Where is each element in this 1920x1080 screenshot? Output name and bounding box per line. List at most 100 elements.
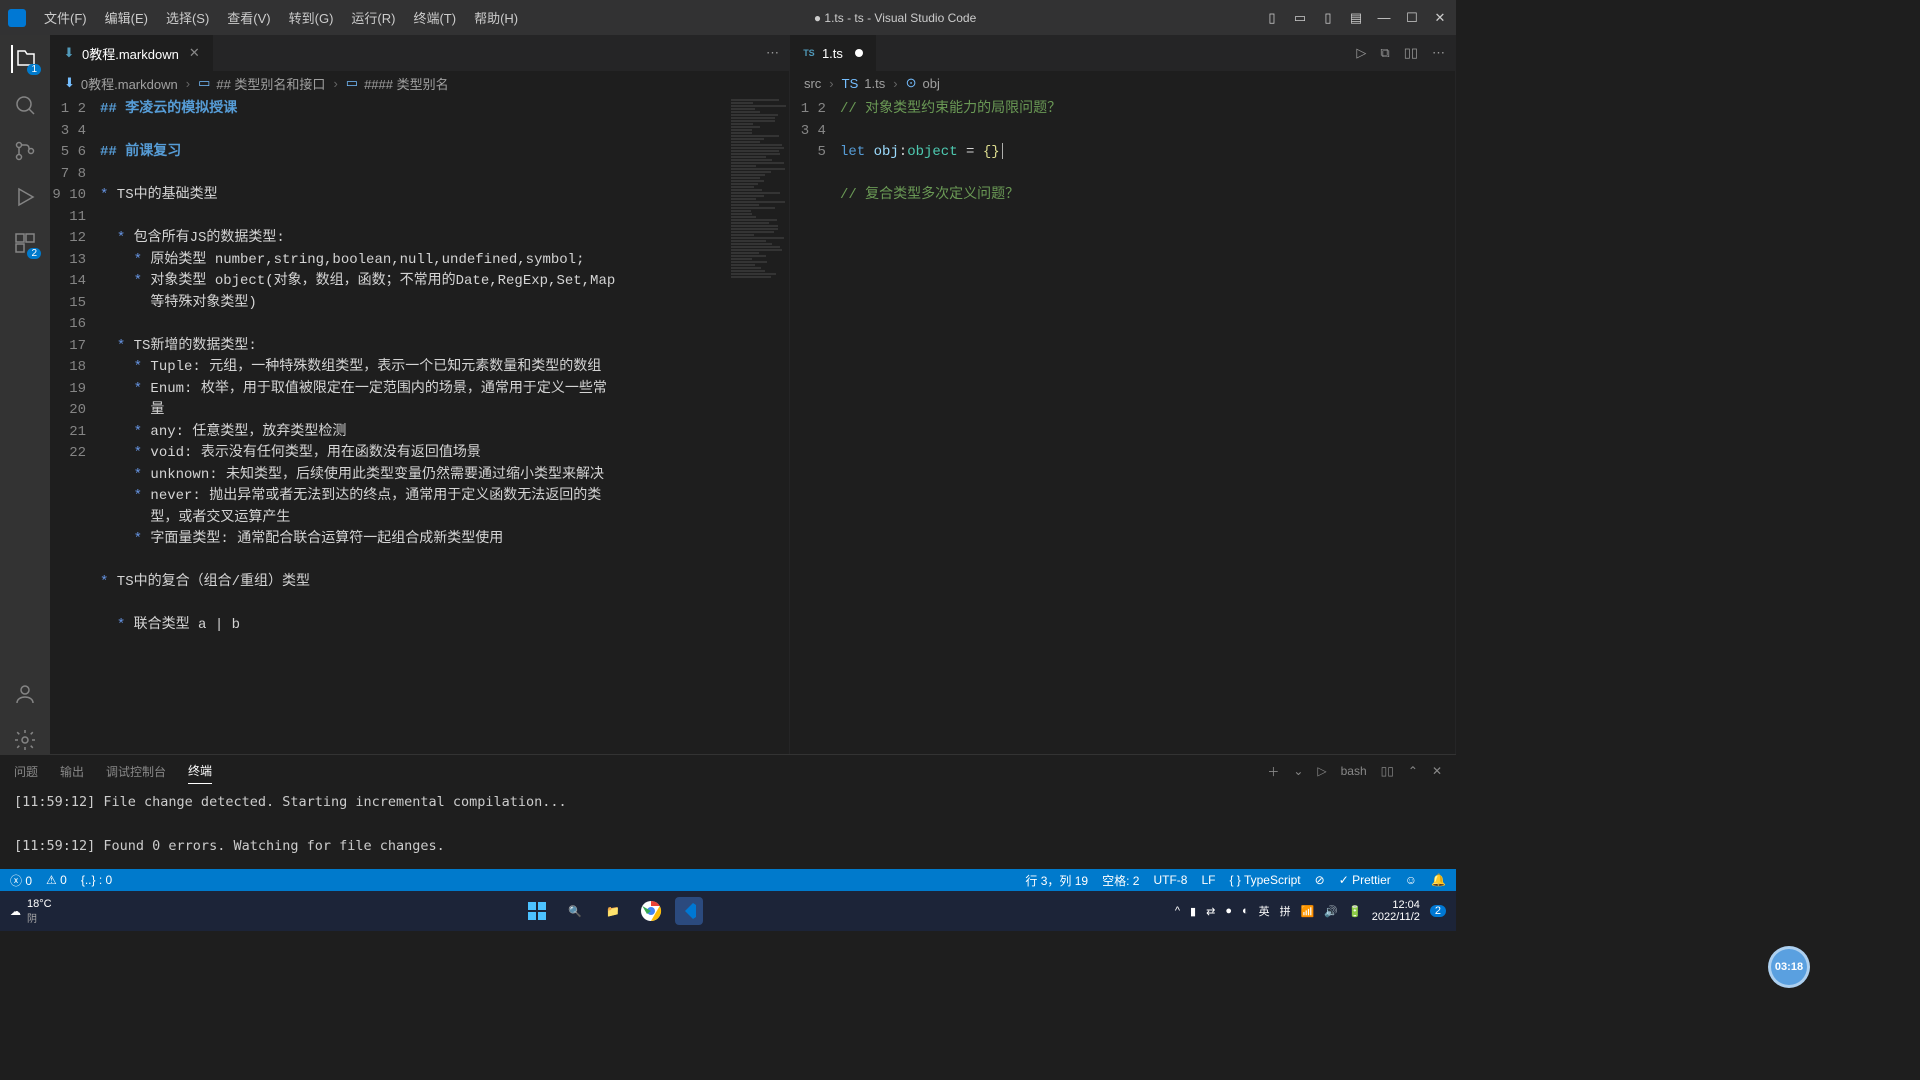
tray-icon[interactable]: ⇄ <box>1206 905 1215 918</box>
tab-ts[interactable]: TS 1.ts <box>790 35 876 71</box>
vscode-icon <box>8 9 26 27</box>
layout-grid-icon[interactable]: ▤ <box>1348 10 1364 26</box>
markdown-file-icon: ⬇ <box>62 46 76 60</box>
weather-widget[interactable]: ☁ 18°C 阴 <box>10 898 52 925</box>
more-actions-icon[interactable]: ⋯ <box>1432 45 1445 61</box>
statusbar: ⓧ 0 ⚠ 0 {..} : 0 行 3，列 19 空格: 2 UTF-8 LF… <box>0 869 1456 891</box>
minimap[interactable] <box>1395 95 1455 754</box>
run-debug-icon[interactable] <box>11 183 39 211</box>
panel-tab[interactable]: 终端 <box>188 758 212 784</box>
menu-item[interactable]: 编辑(E) <box>97 4 156 31</box>
explorer-badge: 1 <box>27 64 41 75</box>
battery-icon[interactable]: 🔋 <box>1348 905 1362 918</box>
chrome-icon[interactable] <box>637 897 665 925</box>
maximize-icon[interactable]: ☐ <box>1404 10 1420 26</box>
status-warnings[interactable]: ⚠ 0 <box>46 873 67 887</box>
account-icon[interactable] <box>11 680 39 708</box>
tab-label: 1.ts <box>822 46 843 61</box>
tab-label: 0教程.markdown <box>82 44 179 63</box>
status-bell-icon[interactable]: 🔔 <box>1431 873 1446 887</box>
ts-file-icon: TS <box>802 46 816 60</box>
wifi-icon[interactable]: 📶 <box>1301 905 1315 918</box>
ime-mode[interactable]: 拼 <box>1280 903 1291 919</box>
explorer-icon[interactable]: 1 <box>11 45 39 73</box>
menu-item[interactable]: 运行(R) <box>343 4 403 31</box>
split-terminal-icon[interactable]: ▯▯ <box>1381 760 1394 782</box>
panel-tabs: 问题输出调试控制台终端 ＋ ⌄ ▷ bash ▯▯ ⌃ ✕ <box>0 755 1456 787</box>
code-content[interactable]: ## 李凌云的模拟授课 ## 前课复习 * TS中的基础类型 * 包含所有JS的… <box>100 95 729 754</box>
layout-left-icon[interactable]: ▯ <box>1264 10 1280 26</box>
search-icon[interactable] <box>11 91 39 119</box>
clock[interactable]: 12:04 2022/11/2 <box>1372 899 1420 923</box>
status-lang[interactable]: { } TypeScript <box>1229 873 1300 887</box>
activity-bar: 1 2 <box>0 35 50 754</box>
line-gutter: 1 2 3 4 5 <box>790 95 840 754</box>
terminal-dropdown-icon[interactable]: ⌄ <box>1293 760 1303 782</box>
weather-text: 阴 <box>27 910 52 925</box>
breadcrumb-right[interactable]: srcTS1.ts⊙obj <box>790 71 1455 95</box>
tab-markdown[interactable]: ⬇ 0教程.markdown ✕ <box>50 35 213 71</box>
status-ln-col[interactable]: 行 3，列 19 <box>1025 872 1088 889</box>
code-content[interactable]: // 对象类型约束能力的局限问题？ let obj:object = {} //… <box>840 95 1395 754</box>
minimize-icon[interactable]: — <box>1376 10 1392 26</box>
new-terminal-icon[interactable]: ＋ <box>1267 759 1279 784</box>
settings-icon[interactable] <box>11 726 39 754</box>
layout-bottom-icon[interactable]: ▭ <box>1292 10 1308 26</box>
terminal-shell-icon[interactable]: ▷ <box>1317 760 1326 782</box>
close-tab-icon[interactable]: ✕ <box>189 45 200 61</box>
editor-group-right: TS 1.ts ▷ ⧉ ▯▯ ⋯ srcTS1.ts⊙obj 1 2 3 4 5… <box>790 35 1456 754</box>
file-explorer-icon[interactable]: 📁 <box>599 897 627 925</box>
menu-item[interactable]: 选择(S) <box>158 4 217 31</box>
status-spaces[interactable]: 空格: 2 <box>1102 872 1139 889</box>
status-encoding[interactable]: UTF-8 <box>1153 873 1187 887</box>
terminal-output[interactable]: [11:59:12] File change detected. Startin… <box>0 787 1456 869</box>
tray-icon[interactable]: ● <box>1225 905 1232 917</box>
split-right-icon[interactable]: ⧉ <box>1380 45 1389 61</box>
menu-item[interactable]: 查看(V) <box>219 4 278 31</box>
windows-taskbar: ☁ 18°C 阴 🔍 📁 ^ ▮ ⇄ ● ◐ 英 拼 📶 🔊 🔋 12:04 2… <box>0 891 1456 931</box>
close-panel-icon[interactable]: ✕ <box>1432 760 1442 782</box>
minimap[interactable] <box>729 95 789 754</box>
close-icon[interactable]: ✕ <box>1432 10 1448 26</box>
layout-right-icon[interactable]: ▯ <box>1320 10 1336 26</box>
source-control-icon[interactable] <box>11 137 39 165</box>
volume-icon[interactable]: 🔊 <box>1324 905 1338 918</box>
status-eslint-icon[interactable]: ⊘ <box>1315 873 1325 887</box>
tray-chevron-icon[interactable]: ^ <box>1175 905 1180 917</box>
run-icon[interactable]: ▷ <box>1356 45 1366 61</box>
terminal-shell-name[interactable]: bash <box>1341 760 1367 782</box>
tabs-right: TS 1.ts ▷ ⧉ ▯▯ ⋯ <box>790 35 1455 71</box>
menu-item[interactable]: 终端(T) <box>405 4 464 31</box>
editor-group-left: ⬇ 0教程.markdown ✕ ⋯ ⬇0教程.markdown▭## 类型别名… <box>50 35 790 754</box>
more-actions-icon[interactable]: ⋯ <box>766 45 779 61</box>
recorder-badge[interactable]: 03:18 <box>1768 946 1810 988</box>
menu-item[interactable]: 转到(G) <box>281 4 342 31</box>
notification-badge[interactable]: 2 <box>1430 905 1446 917</box>
breadcrumb-left[interactable]: ⬇0教程.markdown▭## 类型别名和接口▭#### 类型别名 <box>50 71 789 95</box>
start-icon[interactable] <box>523 897 551 925</box>
titlebar: 文件(F)编辑(E)选择(S)查看(V)转到(G)运行(R)终端(T)帮助(H)… <box>0 0 1456 35</box>
split-editor-icon[interactable]: ▯▯ <box>1404 45 1418 61</box>
panel: 问题输出调试控制台终端 ＋ ⌄ ▷ bash ▯▯ ⌃ ✕ [11:59:12]… <box>0 754 1456 869</box>
panel-tab[interactable]: 问题 <box>14 759 38 784</box>
status-feedback-icon[interactable]: ☺ <box>1405 873 1417 887</box>
status-formatter[interactable]: ✓ Prettier <box>1339 873 1391 887</box>
weather-icon: ☁ <box>10 905 21 918</box>
tray-icon[interactable]: ◐ <box>1242 905 1249 917</box>
extensions-icon[interactable]: 2 <box>11 229 39 257</box>
menu-item[interactable]: 帮助(H) <box>466 4 526 31</box>
ime-lang[interactable]: 英 <box>1259 903 1270 919</box>
menubar: 文件(F)编辑(E)选择(S)查看(V)转到(G)运行(R)终端(T)帮助(H) <box>36 4 526 31</box>
temperature: 18°C <box>27 898 52 910</box>
status-bracket[interactable]: {..} : 0 <box>81 873 112 887</box>
tray-icon[interactable]: ▮ <box>1190 905 1196 918</box>
panel-tab[interactable]: 输出 <box>60 759 84 784</box>
search-taskbar-icon[interactable]: 🔍 <box>561 897 589 925</box>
menu-item[interactable]: 文件(F) <box>36 4 95 31</box>
status-errors[interactable]: ⓧ 0 <box>10 872 32 889</box>
panel-tab[interactable]: 调试控制台 <box>106 759 166 784</box>
maximize-panel-icon[interactable]: ⌃ <box>1408 760 1418 782</box>
extensions-badge: 2 <box>27 248 41 259</box>
vscode-taskbar-icon[interactable] <box>675 897 703 925</box>
status-eol[interactable]: LF <box>1201 873 1215 887</box>
